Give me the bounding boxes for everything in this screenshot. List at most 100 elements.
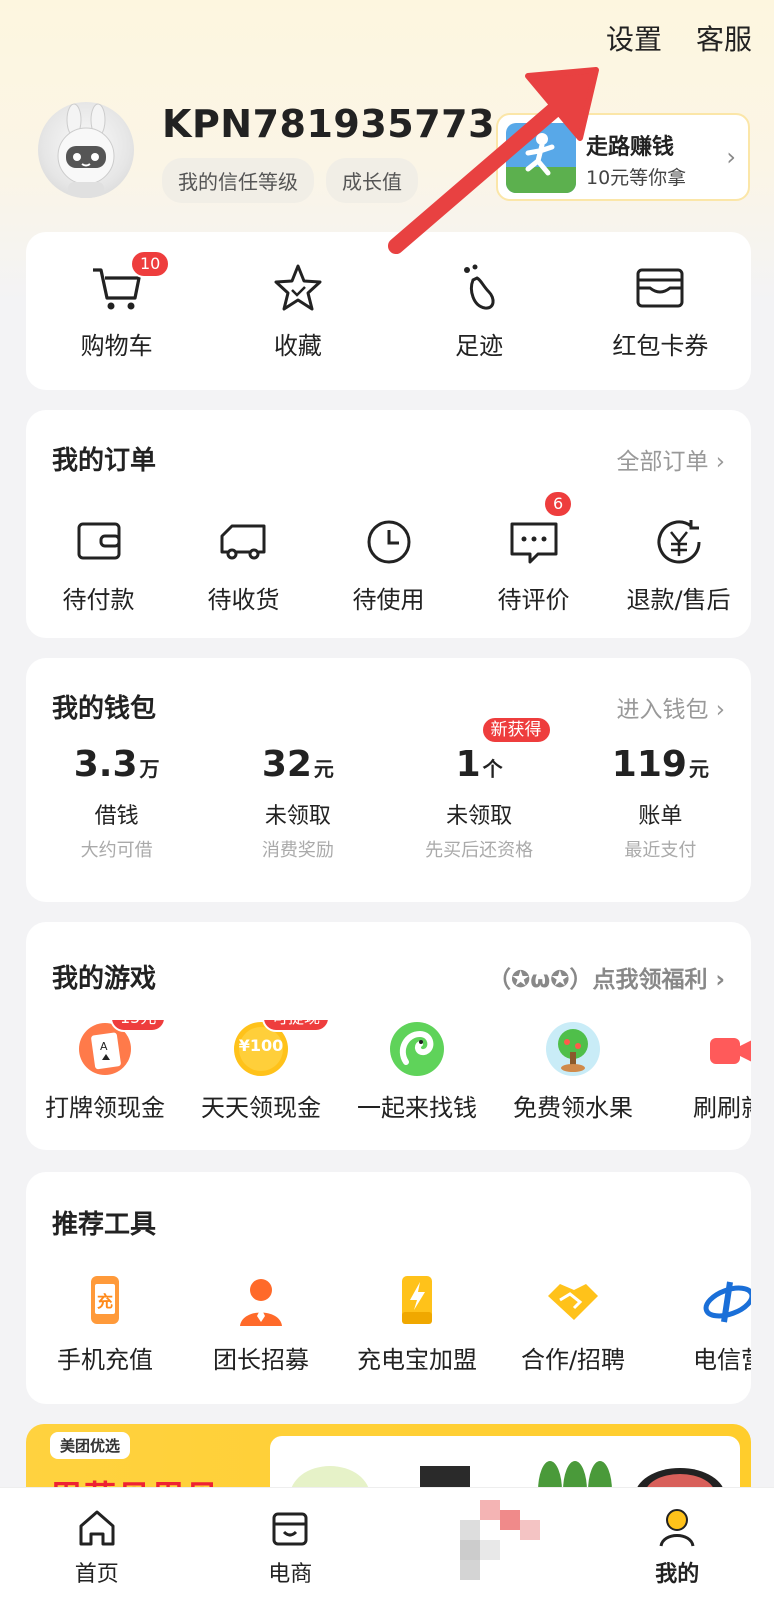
review-count-badge: 6	[543, 490, 574, 518]
wallet-item-borrow[interactable]: 3.3 万 借钱 大约可借	[26, 744, 207, 862]
order-label: 待收货	[207, 586, 280, 614]
game-label: 天天领现金	[201, 1094, 321, 1122]
star-icon	[270, 260, 326, 316]
game-label: 免费领水果	[513, 1094, 633, 1122]
all-orders-link[interactable]: 全部订单 ›	[616, 442, 725, 476]
wallet-item-reward[interactable]: 32 元 未领取 消费奖励	[207, 744, 388, 862]
tool-phone-recharge[interactable]: 充 手机充值	[30, 1272, 180, 1375]
nav-profile[interactable]: 我的	[581, 1488, 774, 1600]
person-icon	[232, 1272, 290, 1330]
top-links: 设置 客服	[606, 18, 752, 58]
shortcut-coupons[interactable]: 红包卡券	[570, 260, 751, 361]
order-pending-payment[interactable]: 待付款	[26, 514, 171, 615]
new-badge: 新获得	[480, 716, 552, 744]
walk-earn-promo[interactable]: 走路赚钱 10元等你拿 ›	[496, 113, 750, 201]
avatar[interactable]	[38, 102, 134, 198]
wallet-label: 账单	[638, 804, 683, 829]
nav-shop[interactable]: 电商	[194, 1488, 388, 1600]
games-row[interactable]: A 15元 打牌领现金 ¥100 可提现 天天领现金 一起来找钱 免费领水果	[26, 1020, 751, 1140]
wallet-item-bill[interactable]: 119 元 账单 最近支付	[570, 744, 751, 862]
walk-promo-subtitle: 10元等你拿	[586, 167, 687, 189]
wallet-amount: 32	[261, 744, 312, 785]
banner-tag: 美团优选	[50, 1432, 131, 1459]
order-refund[interactable]: 退款/售后	[606, 514, 751, 615]
handshake-icon	[544, 1272, 602, 1330]
tool-telecom[interactable]: 电信营	[654, 1272, 751, 1375]
settings-link[interactable]: 设置	[606, 18, 662, 58]
tools-row[interactable]: 充 手机充值 团长招募 充电宝加盟 合作/招聘 电信营	[26, 1272, 751, 1392]
wallet-unit: 元	[688, 757, 709, 781]
wallet-label: 未领取	[264, 804, 331, 829]
game-reward-badge: 15元	[110, 1020, 167, 1032]
tool-cooperation[interactable]: 合作/招聘	[498, 1272, 648, 1375]
tool-powerbank[interactable]: 充电宝加盟	[342, 1272, 492, 1375]
tools-title: 推荐工具	[52, 1210, 157, 1240]
nav-home[interactable]: 首页	[0, 1488, 194, 1600]
pixelated-icon	[460, 1500, 560, 1590]
games-card: 我的游戏 （✪ω✪）点我领福利 › A 15元 打牌领现金 ¥100 可提现 天…	[26, 922, 751, 1150]
wallet-sublabel: 消费奖励	[261, 840, 334, 861]
order-pending-receipt[interactable]: 待收货	[171, 514, 316, 615]
game-item-free-fruit[interactable]: 免费领水果	[498, 1020, 648, 1123]
video-camera-icon	[700, 1020, 751, 1078]
shortcut-label: 收藏	[273, 332, 322, 360]
wallet-label: 未领取	[446, 804, 513, 829]
tool-label: 团长招募	[213, 1346, 309, 1374]
order-label: 待使用	[352, 586, 425, 614]
trust-level-chip[interactable]: 我的信任等级	[162, 158, 314, 203]
walk-promo-title: 走路赚钱	[586, 135, 675, 160]
game-item-daily-cash[interactable]: ¥100 可提现 天天领现金	[186, 1020, 336, 1123]
game-item-video[interactable]: 刷刷就	[654, 1020, 751, 1123]
wallet-icon	[71, 514, 127, 570]
footprint-icon	[451, 260, 507, 316]
clock-icon	[361, 514, 417, 570]
order-label: 退款/售后	[626, 586, 731, 614]
customer-service-link[interactable]: 客服	[696, 18, 752, 58]
game-item-find-money[interactable]: 一起来找钱	[342, 1020, 492, 1123]
tool-label: 合作/招聘	[520, 1346, 626, 1374]
game-reward-badge: 可提现	[262, 1020, 331, 1032]
orders-card: 我的订单 全部订单 › 待付款 待收货 待使用 6 待评价 退款/售后	[26, 410, 751, 638]
shortcuts-card: 10 购物车 收藏 足迹 红包卡券	[26, 232, 751, 390]
svg-text:A: A	[100, 1040, 108, 1053]
refund-icon	[651, 514, 707, 570]
tool-label: 充电宝加盟	[357, 1346, 477, 1374]
tool-leader-recruit[interactable]: 团长招募	[186, 1272, 336, 1375]
shortcut-favorites[interactable]: 收藏	[207, 260, 388, 361]
wallet-unit: 元	[313, 757, 334, 781]
shortcut-cart[interactable]: 10 购物车	[26, 250, 207, 361]
telecom-logo-icon	[700, 1272, 751, 1330]
order-to-use[interactable]: 待使用	[316, 514, 461, 615]
nav-label: 我的	[655, 1562, 700, 1587]
wallet-title: 我的钱包	[52, 694, 157, 724]
growth-value-chip[interactable]: 成长值	[326, 158, 418, 203]
wallet-sublabel: 先买后还资格	[425, 840, 534, 861]
game-item-cards[interactable]: A 15元 打牌领现金	[30, 1020, 180, 1123]
wallet-card-icon	[632, 260, 688, 316]
wallet-unit: 个	[482, 757, 503, 781]
avatar-mascot-icon	[57, 103, 115, 198]
home-icon	[79, 1510, 115, 1546]
wallet-sublabel: 最近支付	[624, 840, 697, 861]
nav-label: 首页	[74, 1562, 119, 1587]
order-to-review[interactable]: 6 待评价	[461, 490, 606, 615]
wallet-card: 我的钱包 进入钱包 › 3.3 万 借钱 大约可借 32 元 未领取 消费奖励 新获…	[26, 658, 751, 902]
shortcut-footprints[interactable]: 足迹	[389, 260, 570, 361]
wallet-sublabel: 大约可借	[80, 840, 153, 861]
shop-box-icon	[272, 1512, 308, 1546]
profile-chips: 我的信任等级 成长值	[162, 158, 418, 203]
comment-icon	[506, 514, 562, 570]
game-benefits-link[interactable]: （✪ω✪）点我领福利 ›	[488, 960, 725, 994]
wallet-amount: 1	[455, 744, 481, 785]
coin-text: ¥100	[238, 1036, 284, 1055]
fruit-tree-icon	[544, 1020, 602, 1078]
phone-recharge-icon: 充	[76, 1272, 134, 1330]
games-title: 我的游戏	[52, 964, 157, 994]
chevron-right-icon: ›	[726, 143, 736, 171]
profile-icon	[659, 1509, 695, 1547]
snake-icon	[388, 1020, 446, 1078]
cart-count-badge: 10	[130, 250, 171, 278]
enter-wallet-link[interactable]: 进入钱包 ›	[616, 690, 725, 724]
wallet-item-bnpl[interactable]: 新获得 1个 未领取 先买后还资格	[389, 716, 570, 862]
recharge-text: 充	[96, 1292, 113, 1311]
